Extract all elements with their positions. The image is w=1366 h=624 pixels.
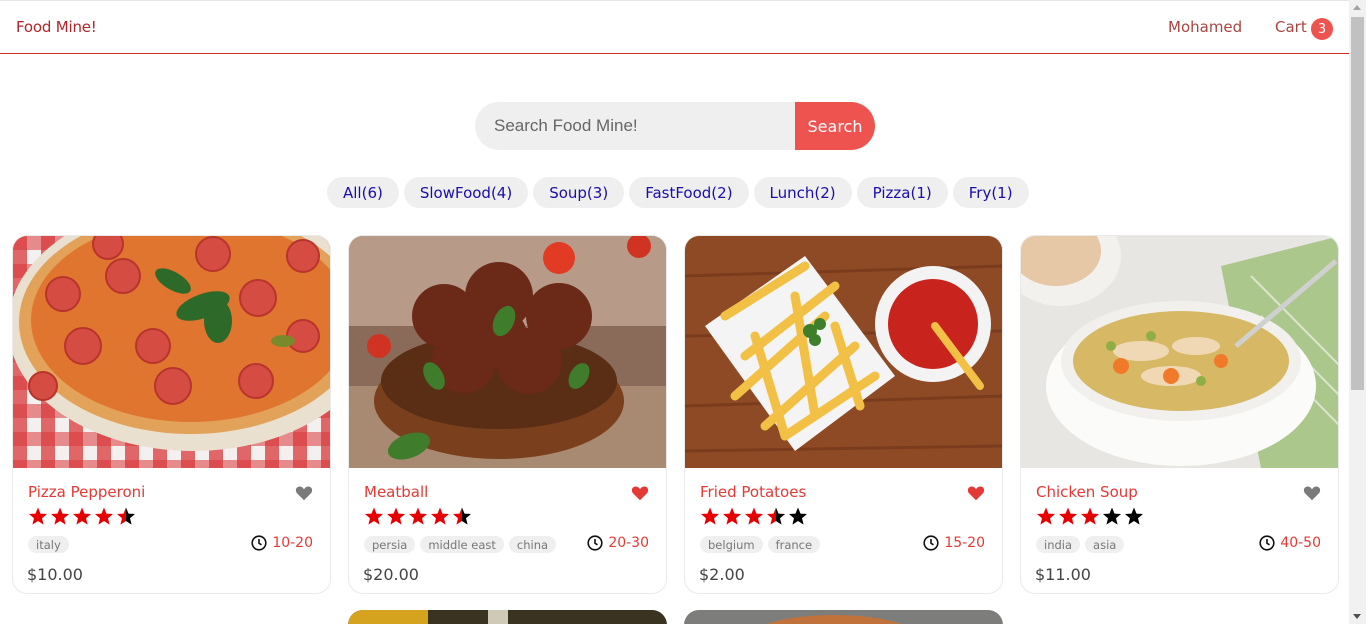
star-filled-icon: [73, 507, 91, 525]
cook-time: 10-20: [251, 535, 313, 551]
origin-badge: persia: [364, 536, 416, 553]
origin-badge: italy: [28, 536, 69, 553]
food-price: $11.00: [1035, 565, 1091, 584]
cook-time: 20-30: [587, 535, 649, 551]
star-empty-icon: [1125, 507, 1143, 525]
tag-filter-list: All(6) SlowFood(4) Soup(3) FastFood(2) L…: [327, 177, 1029, 208]
clock-icon: [923, 535, 939, 551]
food-name[interactable]: Fried Potatoes: [700, 483, 806, 501]
star-filled-icon: [745, 507, 763, 525]
star-half-icon: [767, 507, 785, 525]
origin-list: italy: [28, 536, 69, 553]
logo-link[interactable]: Food Mine!: [16, 18, 97, 36]
search-button[interactable]: Search: [795, 102, 875, 150]
star-filled-icon: [1037, 507, 1055, 525]
food-card[interactable]: Pizza Pepperoni italy 10-20 $10.00: [12, 235, 331, 594]
origin-badge: india: [1036, 536, 1081, 553]
star-filled-icon: [387, 507, 405, 525]
scroll-down-arrow-icon[interactable]: [1353, 614, 1361, 619]
page-scrollbar[interactable]: [1349, 0, 1366, 624]
clock-icon: [251, 535, 267, 551]
scrollbar-thumb[interactable]: [1351, 17, 1364, 390]
scroll-up-arrow-icon[interactable]: [1353, 5, 1361, 10]
user-menu-link[interactable]: Mohamed: [1168, 18, 1242, 36]
star-filled-icon: [95, 507, 113, 525]
origin-badge: france: [767, 536, 821, 553]
food-card-partial[interactable]: [348, 610, 667, 624]
cart-count-badge[interactable]: 3: [1311, 18, 1333, 40]
star-filled-icon: [701, 507, 719, 525]
food-name[interactable]: Chicken Soup: [1036, 483, 1138, 501]
origin-badge: asia: [1085, 536, 1125, 553]
top-header: Food Mine! Mohamed Cart 3: [0, 0, 1349, 54]
cook-time-text: 20-30: [608, 535, 649, 551]
heart-icon[interactable]: [631, 485, 649, 501]
star-half-icon: [453, 507, 471, 525]
star-filled-icon: [409, 507, 427, 525]
heart-icon[interactable]: [295, 485, 313, 501]
origin-badge: middle east: [420, 536, 504, 553]
star-empty-icon: [1103, 507, 1121, 525]
food-card[interactable]: Meatball persia middle east china 20-30 …: [348, 235, 667, 594]
star-filled-icon: [723, 507, 741, 525]
origin-badge: belgium: [700, 536, 763, 553]
cook-time: 15-20: [923, 535, 985, 551]
tag-fry[interactable]: Fry(1): [952, 177, 1029, 208]
food-card[interactable]: Chicken Soup india asia 40-50 $11.00: [1020, 235, 1339, 594]
tag-lunch[interactable]: Lunch(2): [753, 177, 852, 208]
tag-slowfood[interactable]: SlowFood(4): [403, 177, 529, 208]
food-price: $2.00: [699, 565, 745, 584]
cook-time: 40-50: [1259, 535, 1321, 551]
heart-icon[interactable]: [967, 485, 985, 501]
star-half-icon: [117, 507, 135, 525]
star-rating: [28, 506, 136, 526]
star-rating: [700, 506, 808, 526]
clock-icon: [1259, 535, 1275, 551]
cook-time-text: 15-20: [944, 535, 985, 551]
search-bar: Search: [475, 102, 875, 150]
star-rating: [364, 506, 472, 526]
cook-time-text: 10-20: [272, 535, 313, 551]
food-image-soup[interactable]: [1021, 236, 1338, 468]
heart-icon[interactable]: [1303, 485, 1321, 501]
star-filled-icon: [29, 507, 47, 525]
star-rating: [1036, 506, 1144, 526]
origin-list: belgium france: [700, 536, 821, 553]
origin-badge: china: [508, 536, 557, 553]
star-filled-icon: [365, 507, 383, 525]
food-name[interactable]: Pizza Pepperoni: [28, 483, 145, 501]
food-name[interactable]: Meatball: [364, 483, 428, 501]
star-filled-icon: [1059, 507, 1077, 525]
tag-soup[interactable]: Soup(3): [533, 177, 625, 208]
food-image-meatball[interactable]: [349, 236, 666, 468]
food-image-pizza[interactable]: [13, 236, 330, 468]
origin-list: india asia: [1036, 536, 1125, 553]
search-input[interactable]: [475, 102, 795, 150]
food-card-partial[interactable]: [684, 610, 1003, 624]
food-price: $20.00: [363, 565, 419, 584]
tag-all[interactable]: All(6): [327, 177, 399, 208]
clock-icon: [587, 535, 603, 551]
food-price: $10.00: [27, 565, 83, 584]
food-image-fries[interactable]: [685, 236, 1002, 468]
star-empty-icon: [789, 507, 807, 525]
tag-pizza[interactable]: Pizza(1): [856, 177, 948, 208]
food-card[interactable]: Fried Potatoes belgium france 15-20 $2.0…: [684, 235, 1003, 594]
star-filled-icon: [1081, 507, 1099, 525]
cook-time-text: 40-50: [1280, 535, 1321, 551]
tag-fastfood[interactable]: FastFood(2): [629, 177, 749, 208]
origin-list: persia middle east china: [364, 536, 557, 553]
cart-link[interactable]: Cart: [1275, 18, 1307, 36]
star-filled-icon: [431, 507, 449, 525]
star-filled-icon: [51, 507, 69, 525]
